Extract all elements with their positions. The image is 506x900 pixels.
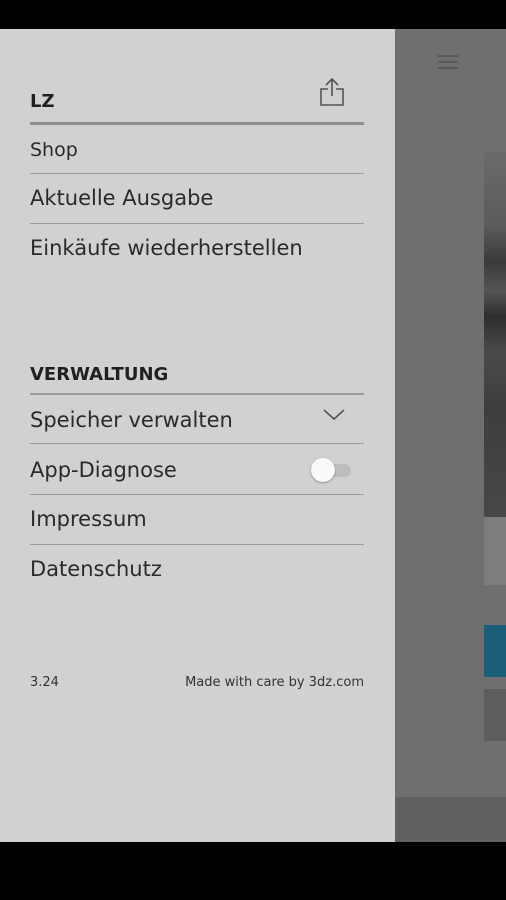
menu-item-manage-storage[interactable]: Speicher verwalten: [30, 408, 364, 432]
menu-item-imprint[interactable]: Impressum: [30, 507, 364, 531]
divider: [30, 223, 364, 224]
navigation-bar: [0, 842, 506, 900]
background-article-card: [484, 517, 506, 585]
menu-item-restore-purchases[interactable]: Einkäufe wiederherstellen: [30, 236, 364, 260]
section-title-admin: VERWALTUNG: [30, 364, 169, 385]
divider: [30, 494, 364, 495]
background-primary-button: [484, 625, 506, 677]
share-icon[interactable]: [318, 77, 346, 107]
status-bar: [0, 0, 506, 29]
hamburger-menu-icon[interactable]: [438, 55, 458, 73]
app-diagnostics-toggle[interactable]: [311, 458, 351, 482]
toggle-knob: [311, 458, 335, 482]
background-secondary-button: [484, 689, 506, 741]
divider: [30, 443, 364, 444]
divider: [30, 173, 364, 174]
app-version: 3.24: [30, 675, 59, 690]
background-article-photo: [484, 152, 506, 517]
chevron-down-icon[interactable]: [322, 408, 346, 422]
background-footer: [395, 797, 506, 842]
divider: [30, 544, 364, 545]
divider: [30, 122, 364, 125]
drawer-title: LZ: [30, 91, 55, 112]
menu-item-privacy[interactable]: Datenschutz: [30, 557, 364, 581]
divider: [30, 393, 364, 395]
menu-item-current-issue[interactable]: Aktuelle Ausgabe: [30, 186, 364, 210]
menu-item-shop[interactable]: Shop: [30, 139, 364, 161]
navigation-drawer: LZ Shop Aktuelle Ausgabe Einkäufe wieder…: [0, 29, 395, 842]
background-app[interactable]: [395, 29, 506, 842]
credit-link[interactable]: Made with care by 3dz.com: [185, 675, 364, 690]
